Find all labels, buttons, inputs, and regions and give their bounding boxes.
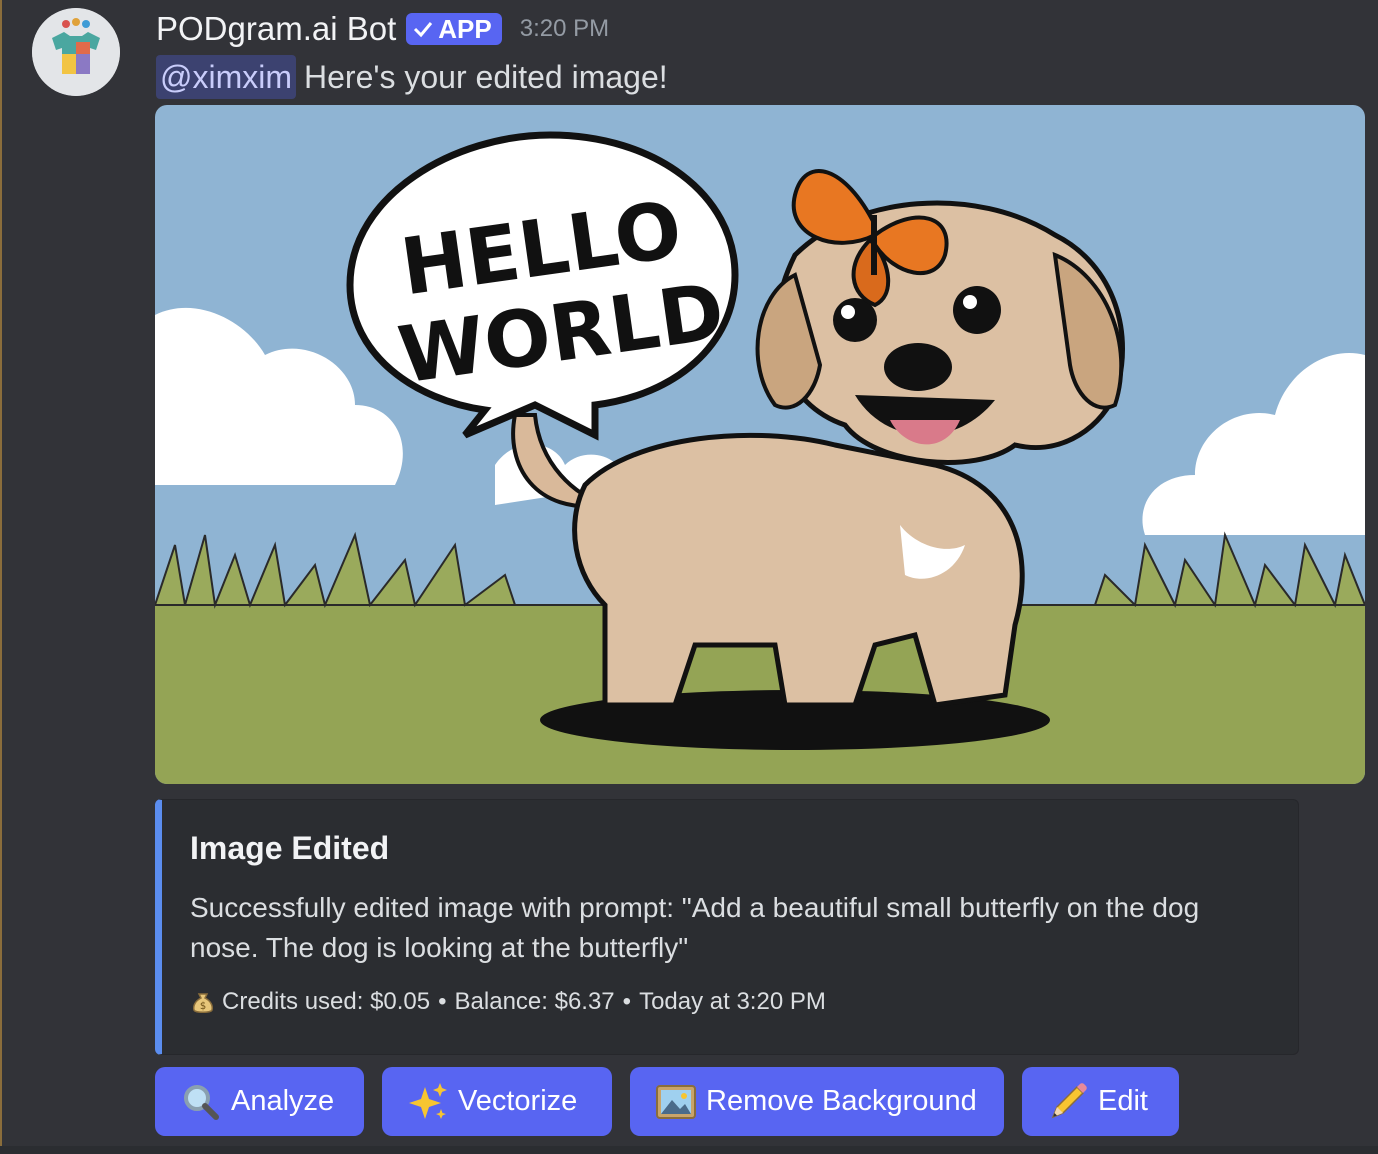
window-edge — [0, 0, 2, 1154]
user-mention[interactable]: @ximxim — [156, 55, 297, 99]
author-name[interactable]: PODgram.ai Bot — [156, 10, 396, 48]
bottom-divider — [0, 1146, 1378, 1154]
app-badge: APP — [406, 13, 502, 45]
embed-footer: $ Credits used: $0.05 • Balance: $6.37 •… — [192, 988, 826, 1016]
embed-description: Successfully edited image with prompt: "… — [190, 892, 1200, 963]
attached-image[interactable]: HELLO WORLD — [155, 105, 1365, 784]
message-content: @ximxim Here's your edited image! — [156, 54, 668, 100]
bot-avatar[interactable] — [32, 8, 120, 96]
footer-separator: • — [622, 988, 632, 1015]
message-header: PODgram.ai Bot APP 3:20 PM — [156, 6, 609, 52]
edit-button[interactable]: Edit — [1022, 1067, 1179, 1136]
message-text: Here's your edited image! — [304, 58, 668, 95]
action-buttons: Analyze Vectorize Remove Background Edit — [155, 1067, 1197, 1136]
embed-card: Image Edited Successfully edited image w… — [155, 799, 1299, 1055]
money-bag-icon: $ — [192, 990, 214, 1014]
remove-background-label: Remove Background — [706, 1085, 977, 1117]
balance: Balance: $6.37 — [454, 988, 615, 1015]
check-icon — [414, 22, 433, 38]
app-badge-label: APP — [438, 13, 492, 44]
embed-title: Image Edited — [190, 830, 390, 866]
message-timestamp[interactable]: 3:20 PM — [520, 15, 609, 43]
sparkles-icon — [406, 1080, 450, 1124]
picture-icon — [654, 1080, 698, 1124]
analyze-button[interactable]: Analyze — [155, 1067, 364, 1136]
vectorize-label: Vectorize — [458, 1085, 578, 1117]
magnifier-icon — [179, 1080, 223, 1124]
vectorize-button[interactable]: Vectorize — [382, 1067, 612, 1136]
svg-text:$: $ — [200, 1001, 206, 1012]
analyze-label: Analyze — [231, 1085, 335, 1117]
credits-used: Credits used: $0.05 — [222, 988, 431, 1015]
footer-time: Today at 3:20 PM — [639, 988, 826, 1015]
edit-label: Edit — [1098, 1085, 1148, 1117]
footer-separator: • — [438, 988, 447, 1015]
pencil-icon — [1046, 1080, 1090, 1124]
remove-background-button[interactable]: Remove Background — [630, 1067, 1004, 1136]
